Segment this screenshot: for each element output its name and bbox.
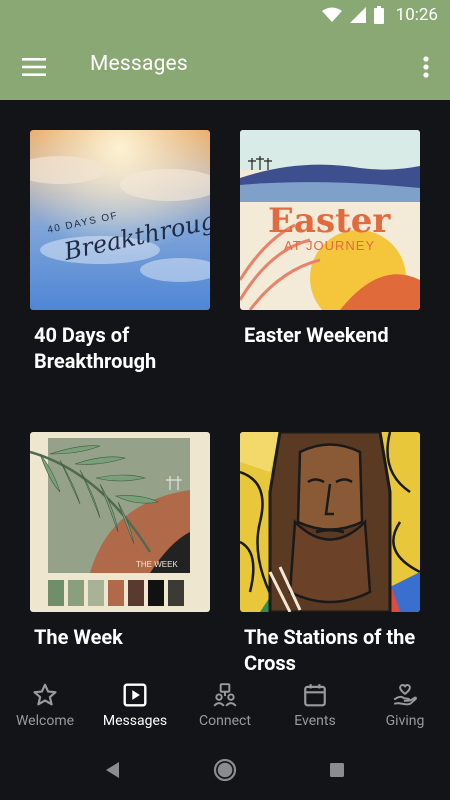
nav-item-messages[interactable]: Messages [90, 675, 180, 740]
app-bar: Messages [0, 33, 450, 100]
artwork-text: AT JOURNEY [284, 238, 375, 253]
system-navigation-bar [0, 740, 450, 800]
calendar-icon [304, 684, 326, 707]
home-circle-icon [213, 758, 237, 782]
nav-item-connect[interactable]: Connect [180, 675, 270, 740]
more-vert-icon [423, 56, 429, 78]
people-icon [213, 683, 237, 707]
cell-signal-icon [349, 7, 366, 23]
series-artwork: 40 DAYS OF Breakthrough [30, 130, 210, 310]
nav-label: Messages [102, 713, 168, 729]
palm-branch-artwork: THE WEEK [30, 432, 210, 612]
nav-label: Welcome [15, 713, 75, 729]
nav-item-events[interactable]: Events [270, 675, 360, 740]
star-icon [33, 683, 57, 706]
status-bar: 10:26 [0, 0, 450, 33]
series-card[interactable]: The Stations of the Cross [240, 432, 420, 675]
nav-item-welcome[interactable]: Welcome [0, 675, 90, 740]
recents-square-icon [330, 763, 344, 777]
series-card[interactable]: THE WEEK The Week [30, 432, 210, 650]
battery-icon [373, 6, 384, 24]
series-title: The Week [34, 625, 123, 649]
menu-icon [22, 58, 46, 76]
system-recents-button[interactable] [323, 756, 351, 784]
artwork-text: THE WEEK [136, 560, 178, 569]
nav-label: Events [294, 713, 336, 729]
stained-glass-artwork [240, 432, 420, 612]
bottom-navigation: Welcome Messages Connect Events Giving [0, 675, 450, 740]
hamburger-menu-button[interactable] [14, 47, 54, 87]
artwork-text: Easter [268, 201, 391, 241]
series-artwork [240, 432, 420, 612]
message-series-grid: 40 DAYS OF Breakthrough 40 Days of Break… [0, 100, 450, 675]
hand-heart-icon [393, 684, 417, 706]
system-back-button[interactable] [98, 756, 126, 784]
series-artwork: Easter AT JOURNEY [240, 130, 420, 310]
page-title: Messages [90, 52, 188, 76]
series-title: 40 Days of Breakthrough [34, 323, 157, 373]
play-box-icon [123, 683, 147, 707]
series-card[interactable]: Easter AT JOURNEY Easter Weekend [240, 130, 420, 348]
wifi-icon [321, 7, 342, 22]
series-card[interactable]: 40 DAYS OF Breakthrough 40 Days of Break… [30, 130, 210, 374]
status-time: 10:26 [395, 5, 438, 25]
system-home-button[interactable] [211, 756, 239, 784]
easter-artwork: Easter AT JOURNEY [240, 130, 420, 310]
series-title: Easter Weekend [244, 323, 389, 347]
nav-label: Giving [385, 713, 425, 729]
overflow-menu-button[interactable] [412, 47, 440, 87]
nav-label: Connect [199, 713, 251, 729]
sky-clouds-artwork: 40 DAYS OF Breakthrough [30, 130, 210, 310]
messages-screen: 10:26 Messages 40 DAYS OF Breakthrough 4… [0, 0, 450, 800]
back-triangle-icon [106, 762, 119, 778]
series-title: The Stations of the Cross [244, 625, 416, 675]
series-artwork: THE WEEK [30, 432, 210, 612]
nav-item-giving[interactable]: Giving [360, 675, 450, 740]
